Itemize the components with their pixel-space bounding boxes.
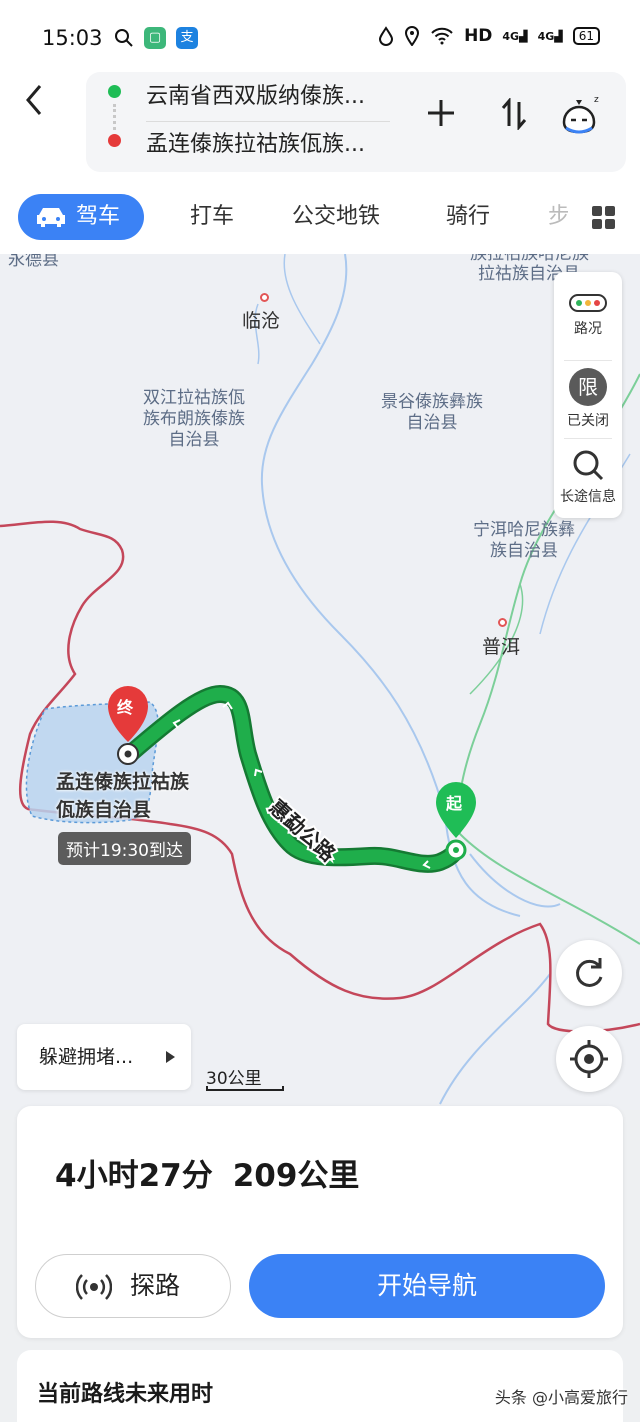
swap-icon <box>501 96 527 132</box>
end-marker-label: 终 <box>117 698 134 717</box>
avoid-congestion-label: 躲避拥堵... <box>39 1046 134 1068</box>
tab-walk[interactable]: 步 <box>548 194 568 240</box>
network-type: HD <box>464 26 493 46</box>
side-panel-divider <box>564 360 612 361</box>
river-line <box>283 254 321 345</box>
more-modes-icon[interactable] <box>592 206 616 230</box>
route-header: 云南省西双版纳傣族... 孟连傣族拉祜族佤族... z <box>0 72 640 182</box>
drop-icon <box>379 26 394 46</box>
traffic-toggle[interactable]: 路况 <box>554 294 622 338</box>
plus-icon <box>428 100 454 126</box>
long-trip-label: 长途信息 <box>560 489 616 505</box>
explore-route-button[interactable]: 探路 <box>35 1254 231 1318</box>
restriction-icon: 限 <box>569 368 607 406</box>
explore-route-label: 探路 <box>130 1271 181 1300</box>
destination-dot <box>108 134 121 147</box>
back-button[interactable] <box>22 78 58 124</box>
status-time: 15:03 <box>42 26 103 50</box>
alipay-icon: 支 <box>176 27 198 49</box>
start-marker-label: 起 <box>445 794 463 813</box>
city-dot-lincang <box>260 293 269 302</box>
origin-dot <box>108 85 121 98</box>
tab-transit[interactable]: 公交地铁 <box>292 194 380 240</box>
eta-badge: 预计19:30到达 <box>58 832 191 865</box>
signal-1: 4G▟ <box>502 29 528 43</box>
traffic-icon <box>569 294 607 312</box>
route-summary-card[interactable]: 4小时27分 209公里 探路 开始导航 <box>17 1106 623 1338</box>
map-side-panel: 路况 限 已关闭 长途信息 <box>554 272 622 518</box>
watermark: 头条 @小高爱旅行 <box>494 1388 628 1407</box>
status-bar: 15:03 ▢ 支 HD 4G▟ 4G▟ 61 <box>0 0 640 78</box>
city-dot-puer <box>498 618 507 627</box>
locate-button[interactable] <box>556 1026 622 1092</box>
tab-drive[interactable]: 驾车 <box>18 194 144 240</box>
crosshair-icon <box>570 1040 608 1078</box>
destination-field[interactable]: 孟连傣族拉祜族佤族... <box>146 126 365 158</box>
map-canvas: 惠勐公路 终 起 <box>0 254 640 1105</box>
restriction-label: 已关闭 <box>567 413 609 429</box>
signal-2: 4G▟ <box>537 29 563 43</box>
route-distance: 209公里 <box>232 1158 360 1194</box>
mascot-icon[interactable]: z <box>556 92 600 136</box>
traffic-label: 路况 <box>574 321 602 337</box>
route-connector <box>113 104 116 130</box>
car-icon <box>37 208 65 227</box>
location-icon <box>405 26 420 46</box>
tab-bike[interactable]: 骑行 <box>446 194 490 240</box>
start-marker[interactable]: 起 <box>436 782 476 861</box>
status-left-icons: ▢ 支 <box>114 27 198 49</box>
swap-route-button[interactable] <box>500 92 528 144</box>
place-label-shuangjiang: 双江拉祜族佤族布朗族傣族自治县 <box>143 388 245 450</box>
add-waypoint-button[interactable] <box>426 90 456 138</box>
triangle-right-icon <box>166 1051 175 1063</box>
map-view[interactable]: 惠勐公路 终 起 永德县 族拉祜族哈尼族 拉祜族自治县 临沧 双江拉祜族佤族布朗… <box>0 254 640 1110</box>
future-time-title: 当前路线未来用时 <box>37 1382 214 1407</box>
scale-bar <box>206 1086 284 1091</box>
search-icon <box>573 450 604 481</box>
refresh-button[interactable] <box>556 940 622 1006</box>
river-line <box>469 853 561 908</box>
refresh-icon <box>576 958 603 987</box>
tab-taxi[interactable]: 打车 <box>190 194 234 240</box>
search-icon <box>115 29 133 47</box>
transport-mode-tabs: 驾车 打车 公交地铁 骑行 步 <box>0 182 640 254</box>
svg-text:z: z <box>594 95 599 105</box>
place-label-ninger: 宁洱哈尼族彝族自治县 <box>473 520 575 561</box>
wifi-icon <box>431 27 453 45</box>
place-label-jinggu: 景谷傣族彝族自治县 <box>381 392 483 433</box>
battery-indicator: 61 <box>572 27 600 45</box>
city-label-lincang: 临沧 <box>242 310 281 332</box>
start-navigation-button[interactable]: 开始导航 <box>249 1254 605 1318</box>
route-summary: 4小时27分 209公里 <box>55 1150 359 1195</box>
destination-map-label: 孟连傣族拉祜族佤族自治县 <box>56 771 190 821</box>
long-trip-info[interactable]: 长途信息 <box>554 448 622 506</box>
origin-field[interactable]: 云南省西双版纳傣族... <box>146 78 365 110</box>
avoid-congestion-button[interactable]: 躲避拥堵... <box>17 1024 191 1090</box>
app-notification-icon: ▢ <box>144 27 166 49</box>
route-divider <box>146 121 390 122</box>
place-label-yongde: 永德县 <box>8 254 59 270</box>
tab-drive-label: 驾车 <box>76 204 121 229</box>
city-label-puer: 普洱 <box>482 636 521 658</box>
broadcast-icon <box>76 1274 112 1300</box>
route-input-box: 云南省西双版纳傣族... 孟连傣族拉祜族佤族... z <box>86 72 626 172</box>
chevron-left-icon <box>26 85 42 115</box>
restriction-toggle[interactable]: 限 已关闭 <box>554 368 622 430</box>
route-duration: 4小时27分 <box>55 1158 213 1194</box>
river-line <box>439 973 551 1105</box>
side-panel-divider <box>564 438 612 439</box>
status-right: HD 4G▟ 4G▟ 61 <box>378 26 600 46</box>
